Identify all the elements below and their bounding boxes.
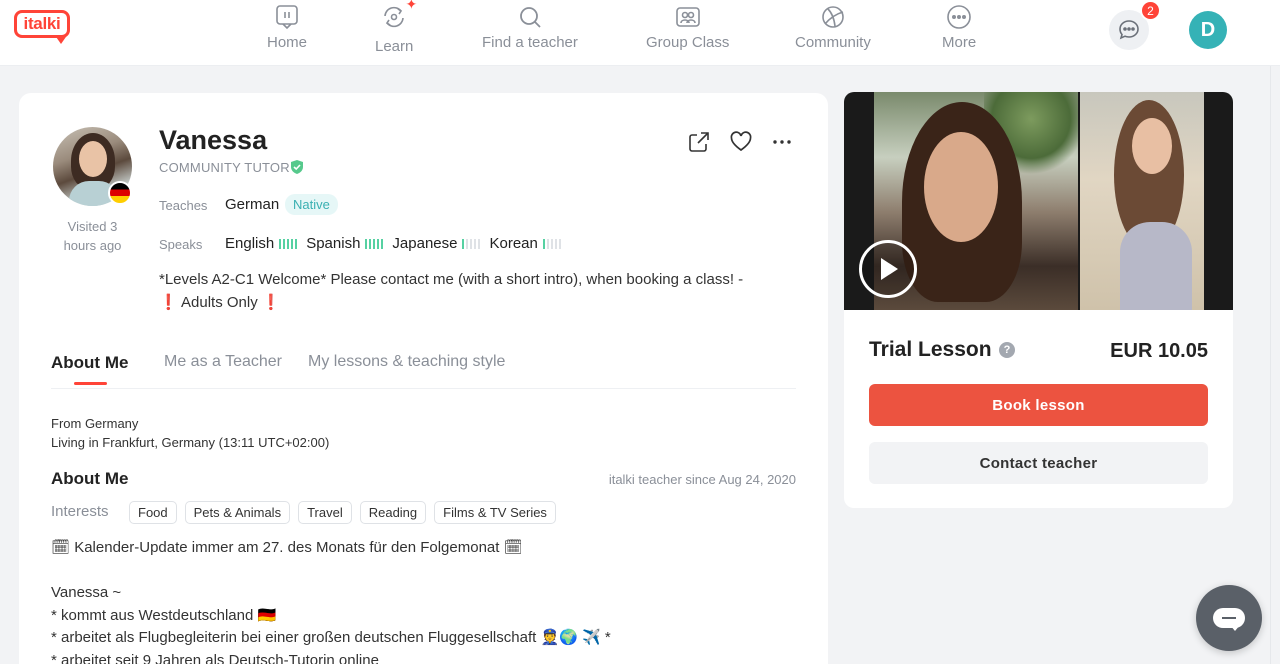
proficiency-bars <box>279 238 298 249</box>
nav-learn-label: Learn <box>375 38 414 55</box>
search-icon <box>520 7 541 28</box>
nav-find-teacher-label: Find a teacher <box>482 34 578 51</box>
proficiency-bars <box>542 238 561 249</box>
speaks-language: Spanish <box>306 235 384 252</box>
nav-community[interactable]: Community <box>795 2 871 60</box>
more-options-icon[interactable] <box>771 131 793 153</box>
chat-bubble-icon <box>1119 20 1139 40</box>
proficiency-bars <box>365 238 384 249</box>
germany-flag-icon <box>108 181 132 205</box>
more-icon <box>947 5 971 29</box>
home-icon <box>276 5 298 30</box>
teaches-label: Teaches <box>159 198 208 213</box>
contact-teacher-button[interactable]: Contact teacher <box>869 442 1208 484</box>
teacher-since: italki teacher since Aug 24, 2020 <box>608 472 796 487</box>
nav-home-label: Home <box>267 34 308 51</box>
visited-status: Visited 3 hours ago <box>63 219 122 253</box>
book-lesson-button[interactable]: Book lesson <box>869 384 1208 426</box>
sparkle-icon: ✦ <box>405 0 418 12</box>
top-navbar: italki Home ✦ Learn Find a teacher Group… <box>0 0 1280 66</box>
share-icon[interactable] <box>688 131 710 153</box>
group-class-icon <box>675 7 700 27</box>
play-icon[interactable] <box>859 240 917 298</box>
profile-tabs: About Me Me as a Teacher My lessons & te… <box>51 349 796 389</box>
nav-more[interactable]: More <box>942 2 976 60</box>
message-count-badge: 2 <box>1140 0 1161 21</box>
tab-about-me[interactable]: About Me <box>51 353 128 373</box>
nav-group-class-label: Group Class <box>646 34 730 51</box>
intro-video[interactable] <box>844 92 1233 310</box>
about-description: 🗓 Kalender-Update immer am 27. des Monat… <box>51 539 611 664</box>
tutor-type: COMMUNITY TUTOR <box>159 160 290 175</box>
interests-list: Food Pets & Animals Travel Reading Films… <box>129 501 556 524</box>
exclamation-icon: ❗ <box>159 294 178 311</box>
user-avatar[interactable]: D <box>1189 11 1227 49</box>
help-icon[interactable]: ? <box>999 342 1015 358</box>
interest-chip: Food <box>129 501 177 524</box>
booking-card: Trial Lesson ? EUR 10.05 Book lesson Con… <box>844 310 1233 508</box>
living-location: Living in Frankfurt, Germany (13:11 UTC+… <box>51 435 330 450</box>
chat-icon <box>1213 608 1245 631</box>
tab-me-as-teacher[interactable]: Me as a Teacher <box>164 353 282 371</box>
nav-more-label: More <box>942 34 977 51</box>
learn-icon <box>384 6 404 28</box>
native-badge: Native <box>285 194 338 215</box>
trial-price: EUR 10.05 <box>1110 340 1208 362</box>
nav-group-class[interactable]: Group Class <box>646 2 729 60</box>
verified-shield-icon <box>291 160 303 174</box>
nav-community-label: Community <box>795 34 871 51</box>
interests-label: Interests <box>51 503 109 520</box>
speaks-language: Korean <box>489 235 561 252</box>
location-info: From Germany Living in Frankfurt, German… <box>51 414 329 452</box>
speaks-list: English Spanish Japanese Korean <box>225 235 570 252</box>
video-thumbnail-right <box>1080 92 1204 310</box>
favorite-heart-icon[interactable] <box>730 131 752 153</box>
logo-text: italki <box>14 10 70 38</box>
trial-lesson-label: Trial Lesson <box>869 338 992 361</box>
interest-chip: Pets & Animals <box>184 501 291 524</box>
speaks-language: Japanese <box>392 235 481 252</box>
speaks-language: English <box>225 235 298 252</box>
exclamation-icon: ❗ <box>261 294 281 311</box>
interest-chip: Films & TV Series <box>434 501 556 524</box>
nav-find-teacher[interactable]: Find a teacher <box>482 2 578 60</box>
speaks-label: Speaks <box>159 237 203 252</box>
italki-logo[interactable]: italki <box>14 10 72 46</box>
community-icon <box>822 6 844 28</box>
chat-support-button[interactable] <box>1196 585 1262 651</box>
about-heading: About Me <box>51 469 129 488</box>
active-tab-indicator <box>74 382 107 385</box>
nav-learn[interactable]: ✦ Learn <box>375 0 417 60</box>
teaches-language: German <box>225 196 280 213</box>
tab-lessons-style[interactable]: My lessons & teaching style <box>308 353 505 371</box>
interest-chip: Reading <box>359 501 427 524</box>
teacher-name: Vanessa <box>159 125 268 155</box>
page-scrollbar[interactable] <box>1270 66 1280 664</box>
interest-chip: Travel <box>298 501 352 524</box>
teacher-profile-card: Visited 3 hours ago Vanessa COMMUNITY TU… <box>19 93 828 664</box>
from-country: From Germany <box>51 416 139 431</box>
teacher-bio: *Levels A2-C1 Welcome* Please contact me… <box>159 271 744 311</box>
proficiency-bars <box>462 238 481 249</box>
nav-home[interactable]: Home <box>267 2 307 60</box>
